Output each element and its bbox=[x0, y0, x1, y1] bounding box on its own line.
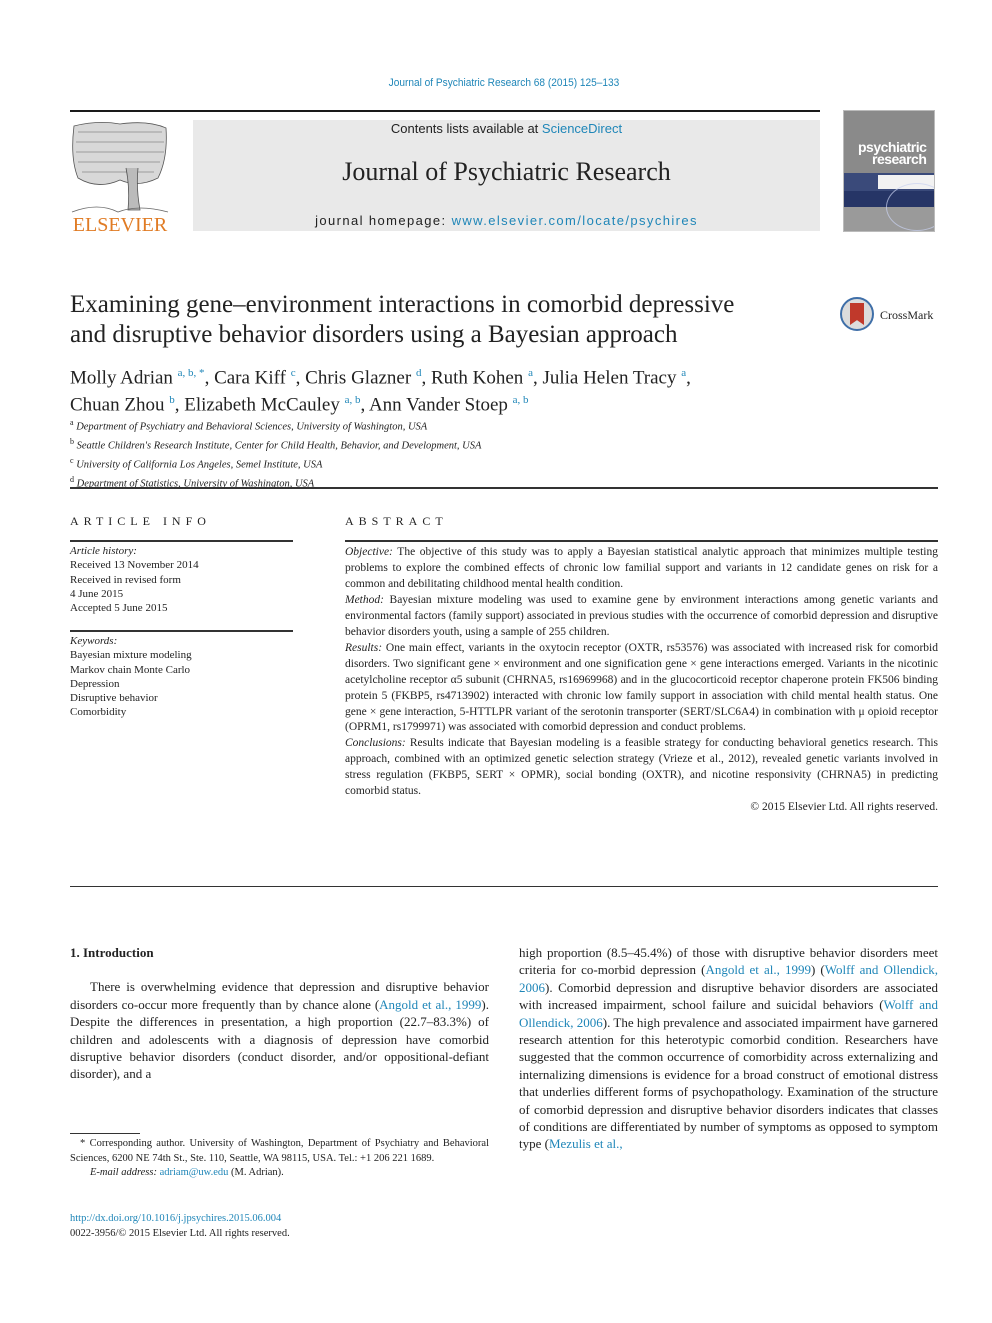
author-affiliation-marker[interactable]: a bbox=[528, 367, 533, 379]
affiliation: b Seattle Children's Research Institute,… bbox=[70, 437, 482, 452]
author[interactable]: Chuan Zhou bbox=[70, 395, 164, 416]
abstract-objective: Objective: The objective of this study w… bbox=[345, 546, 938, 590]
homepage-line: journal homepage: www.elsevier.com/locat… bbox=[315, 213, 698, 228]
abstract-conclusions: Conclusions: Results indicate that Bayes… bbox=[345, 737, 938, 798]
author-affiliation-marker[interactable]: b bbox=[169, 394, 175, 406]
contents-line: Contents lists available at ScienceDirec… bbox=[390, 121, 623, 136]
history-item: Accepted 5 June 2015 bbox=[70, 602, 168, 615]
crossmark-button[interactable]: CrossMark bbox=[840, 297, 940, 335]
abstract-results: Results: One main effect, variants in th… bbox=[345, 641, 938, 734]
footnote: * Corresponding author. University of Wa… bbox=[70, 1137, 489, 1181]
author[interactable]: Molly Adrian bbox=[70, 367, 173, 388]
corresponding-author-note: * Corresponding author. University of Wa… bbox=[70, 1138, 489, 1164]
abstract-heading: ABSTRACT bbox=[345, 514, 448, 528]
citation-link[interactable]: Mezulis et al., bbox=[549, 1136, 623, 1151]
cover-title: psychiatric research bbox=[858, 139, 927, 167]
sciencedirect-link[interactable]: ScienceDirect bbox=[542, 121, 622, 136]
abstract-body: Objective: The objective of this study w… bbox=[345, 545, 938, 816]
divider bbox=[70, 630, 293, 632]
journal-title: Journal of Psychiatric Research bbox=[342, 157, 671, 186]
citation-link[interactable]: Angold et al., 1999 bbox=[379, 997, 481, 1012]
keyword: Disruptive behavior bbox=[70, 692, 158, 705]
divider bbox=[345, 540, 938, 542]
keyword: Comorbidity bbox=[70, 706, 127, 719]
citation-link[interactable]: Angold et al., 1999 bbox=[705, 962, 811, 977]
section-heading: 1. Introduction bbox=[70, 945, 154, 960]
keywords: Keywords: Bayesian mixture modeling Mark… bbox=[70, 634, 300, 720]
affiliations: a Department of Psychiatry and Behaviora… bbox=[70, 416, 670, 492]
author-list: Molly Adrian a, b, *, Cara Kiff c, Chris… bbox=[70, 367, 691, 416]
elsevier-wordmark: ELSEVIER bbox=[73, 214, 168, 234]
author[interactable]: Ruth Kohen bbox=[431, 367, 523, 388]
abstract-copyright: © 2015 Elsevier Ltd. All rights reserved… bbox=[750, 801, 938, 814]
running-header[interactable]: Journal of Psychiatric Research 68 (2015… bbox=[40, 77, 967, 89]
paragraph: high proportion (8.5–45.4%) of those wit… bbox=[519, 945, 939, 1152]
journal-cover-image[interactable]: psychiatric research bbox=[843, 110, 935, 232]
author[interactable]: Julia Helen Tracy bbox=[542, 367, 676, 388]
history-item: 4 June 2015 bbox=[70, 587, 124, 600]
paragraph: There is overwhelming evidence that depr… bbox=[70, 979, 490, 1082]
email-link[interactable]: adriam@uw.edu bbox=[160, 1167, 229, 1178]
author-affiliation-marker[interactable]: a, b, * bbox=[178, 367, 205, 379]
author[interactable]: Elizabeth McCauley bbox=[184, 395, 340, 416]
keyword: Markov chain Monte Carlo bbox=[70, 663, 191, 676]
divider bbox=[70, 487, 938, 489]
article-history: Article history: Received 13 November 20… bbox=[70, 544, 300, 615]
affiliation: d Department of Statistics, University o… bbox=[70, 475, 315, 490]
divider bbox=[70, 886, 938, 887]
doi-block: http://dx.doi.org/10.1016/j.jpsychires.2… bbox=[70, 1211, 290, 1241]
divider bbox=[70, 540, 293, 542]
email-line: E-mail address: adriam@uw.edu (M. Adrian… bbox=[90, 1167, 284, 1178]
history-item: Received 13 November 2014 bbox=[70, 559, 199, 572]
keyword: Bayesian mixture modeling bbox=[70, 649, 192, 662]
footnote-rule bbox=[70, 1133, 140, 1134]
history-item: Received in revised form bbox=[70, 573, 181, 586]
affiliation: a Department of Psychiatry and Behaviora… bbox=[70, 418, 428, 433]
body-column-right: high proportion (8.5–45.4%) of those wit… bbox=[519, 944, 938, 1153]
article-info-heading: ARTICLE INFO bbox=[70, 514, 211, 528]
abstract-method: Method: Bayesian mixture modeling was us… bbox=[345, 593, 938, 638]
author-affiliation-marker[interactable]: d bbox=[416, 367, 422, 379]
author-affiliation-marker[interactable]: a, b bbox=[513, 394, 529, 406]
header-rule bbox=[70, 110, 820, 112]
issn-line: 0022-3956/© 2015 Elsevier Ltd. All right… bbox=[70, 1228, 290, 1239]
author-affiliation-marker[interactable]: a, b bbox=[345, 394, 361, 406]
article-title: Examining gene–environment interactions … bbox=[70, 291, 735, 348]
keyword: Depression bbox=[70, 677, 120, 690]
tree-icon bbox=[71, 122, 169, 213]
author[interactable]: Ann Vander Stoep bbox=[369, 395, 508, 416]
elsevier-tree-logo[interactable]: ELSEVIER bbox=[68, 118, 172, 234]
doi-link[interactable]: http://dx.doi.org/10.1016/j.jpsychires.2… bbox=[70, 1213, 281, 1224]
journal-masthead: Contents lists available at ScienceDirec… bbox=[193, 120, 820, 231]
author[interactable]: Cara Kiff bbox=[214, 367, 286, 388]
body-column-left: 1. Introduction There is overwhelming ev… bbox=[70, 944, 489, 1083]
affiliation: c University of California Los Angeles, … bbox=[70, 456, 323, 471]
author-affiliation-marker[interactable]: c bbox=[291, 367, 296, 379]
author[interactable]: Chris Glazner bbox=[305, 367, 411, 388]
author-affiliation-marker[interactable]: a bbox=[681, 367, 686, 379]
homepage-link[interactable]: www.elsevier.com/locate/psychires bbox=[452, 213, 698, 228]
